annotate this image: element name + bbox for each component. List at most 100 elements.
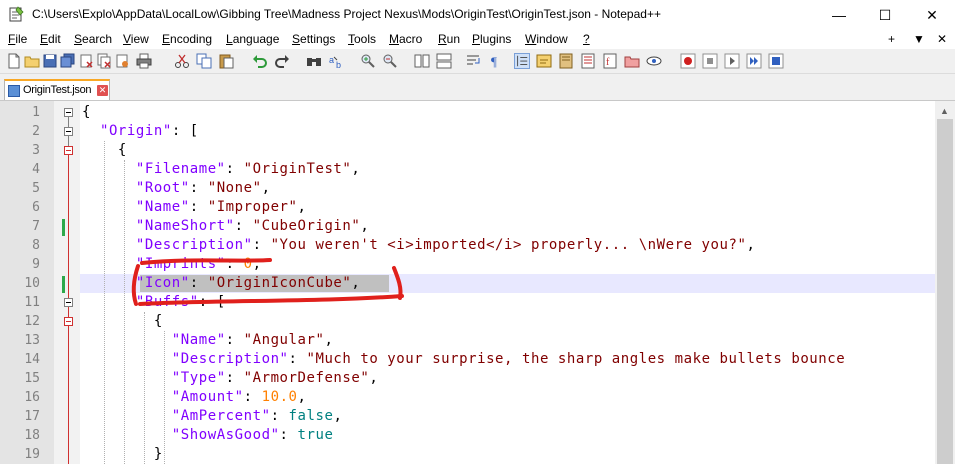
cut-icon[interactable] — [174, 53, 190, 69]
menu-language[interactable]: Language — [226, 32, 279, 46]
zoom-out-icon[interactable] — [382, 53, 398, 69]
fold-margin — [54, 101, 80, 464]
code-line-9: "Imprints": 0, — [135, 256, 262, 272]
notepadpp-app-icon — [9, 6, 24, 22]
line-number: 18 — [24, 428, 40, 443]
saved-file-icon — [8, 85, 20, 97]
code-line-1: { — [82, 104, 91, 120]
editor[interactable]: 1 2 3 4 5 6 7 8 9 10 11 12 13 14 15 16 1… — [0, 101, 955, 464]
close-document-icon[interactable]: ✕ — [937, 32, 947, 46]
line-number: 10 — [24, 276, 40, 291]
toolbar: ab ¶ f — [0, 49, 955, 74]
maximize-button[interactable]: ☐ — [862, 0, 908, 30]
copy-icon[interactable] — [196, 53, 212, 69]
menu-plugins[interactable]: Plugins — [472, 32, 511, 46]
sync-vertical-icon[interactable] — [414, 53, 430, 69]
line-number: 3 — [32, 143, 40, 158]
close-all-icon[interactable] — [96, 53, 112, 69]
fold-line — [68, 136, 69, 146]
line-number: 4 — [32, 162, 40, 177]
record-macro-icon[interactable] — [680, 53, 696, 69]
play-macro-multiple-icon[interactable] — [746, 53, 762, 69]
close-file-icon[interactable] — [78, 53, 94, 69]
code-line-15: "Type": "ArmorDefense", — [171, 370, 379, 386]
line-number: 11 — [24, 295, 40, 310]
code-area[interactable]: { "Origin": [ { "Filename": "OriginTest"… — [80, 101, 935, 464]
menu-search[interactable]: Search — [74, 32, 112, 46]
menu-tools[interactable]: Tools — [348, 32, 376, 46]
line-number: 12 — [24, 314, 40, 329]
sync-horizontal-icon[interactable] — [436, 53, 452, 69]
print-icon[interactable] — [136, 53, 152, 69]
monitoring-eye-icon[interactable] — [646, 53, 662, 69]
folder-workspace-icon[interactable] — [624, 53, 640, 69]
code-line-16: "Amount": 10.0, — [171, 389, 307, 405]
save-all-icon[interactable] — [60, 53, 76, 69]
replace-icon[interactable]: ab — [328, 53, 344, 69]
code-line-14: "Description": "Much to your surprise, t… — [171, 351, 846, 367]
menu-file[interactable]: File — [8, 32, 27, 46]
save-icon[interactable] — [42, 53, 58, 69]
vertical-scrollbar[interactable]: ▲ — [935, 101, 955, 464]
code-line-6: "Name": "Improper", — [135, 199, 307, 215]
line-number: 2 — [32, 124, 40, 139]
change-marker — [62, 276, 65, 293]
svg-text:b: b — [336, 60, 341, 69]
tab-origintest-json[interactable]: OriginTest.json ✕ — [4, 79, 110, 100]
minimize-button[interactable]: — — [816, 0, 862, 30]
code-line-4: "Filename": "OriginTest", — [135, 161, 361, 177]
undo-icon[interactable] — [252, 53, 268, 69]
close-many-icon[interactable] — [114, 53, 130, 69]
close-button[interactable]: ✕ — [909, 0, 955, 30]
user-language-icon[interactable] — [536, 53, 552, 69]
redo-icon[interactable] — [274, 53, 290, 69]
play-macro-icon[interactable] — [724, 53, 740, 69]
scrollbar-thumb[interactable] — [937, 119, 953, 464]
paste-icon[interactable] — [218, 53, 234, 69]
fold-toggle-icon[interactable] — [64, 317, 73, 326]
menu-view[interactable]: View — [123, 32, 149, 46]
svg-text:¶: ¶ — [491, 54, 497, 69]
svg-text:a: a — [329, 55, 334, 65]
scroll-up-arrow-icon[interactable]: ▲ — [940, 106, 949, 116]
line-number: 14 — [24, 352, 40, 367]
menu-help[interactable]: ? — [583, 32, 590, 46]
code-line-5: "Root": "None", — [135, 180, 271, 196]
open-file-icon[interactable] — [24, 53, 40, 69]
new-tab-plus-icon[interactable]: + — [888, 32, 895, 46]
line-number: 9 — [32, 257, 40, 272]
menu-edit[interactable]: Edit — [40, 32, 61, 46]
show-all-characters-icon[interactable]: ¶ — [488, 53, 504, 69]
tab-bar: OriginTest.json ✕ — [0, 74, 955, 101]
fold-toggle-icon[interactable] — [64, 108, 73, 117]
fold-toggle-icon[interactable] — [64, 298, 73, 307]
tab-close-icon[interactable]: ✕ — [97, 85, 108, 96]
indent-guide-icon[interactable] — [514, 53, 530, 69]
fold-toggle-icon[interactable] — [64, 146, 73, 155]
code-line-11: "Buffs": [ — [135, 294, 226, 310]
fold-line — [68, 155, 69, 464]
code-line-19: } — [82, 446, 163, 462]
menu-window[interactable]: Window — [525, 32, 568, 46]
function-list-icon[interactable]: f — [602, 53, 618, 69]
menu-macro[interactable]: Macro — [389, 32, 422, 46]
doc-map-icon[interactable] — [558, 53, 574, 69]
menu-bar: File Edit Search View Encoding Language … — [0, 30, 955, 49]
fold-toggle-icon[interactable] — [64, 127, 73, 136]
stop-macro-icon[interactable] — [702, 53, 718, 69]
doc-list-icon[interactable] — [580, 53, 596, 69]
menu-run[interactable]: Run — [438, 32, 460, 46]
code-line-3: { — [82, 142, 127, 158]
save-macro-icon[interactable] — [768, 53, 784, 69]
zoom-in-icon[interactable] — [360, 53, 376, 69]
menu-encoding[interactable]: Encoding — [162, 32, 212, 46]
code-line-2: "Origin": [ — [99, 123, 199, 139]
code-line-8: "Description": "You weren't <i>imported<… — [135, 237, 756, 253]
menu-settings[interactable]: Settings — [292, 32, 335, 46]
new-file-icon[interactable] — [6, 53, 22, 69]
line-number: 7 — [32, 219, 40, 234]
word-wrap-icon[interactable] — [466, 53, 482, 69]
tab-list-dropdown-icon[interactable]: ▼ — [913, 32, 925, 46]
code-line-12: { — [82, 313, 163, 329]
find-icon[interactable] — [306, 53, 322, 69]
